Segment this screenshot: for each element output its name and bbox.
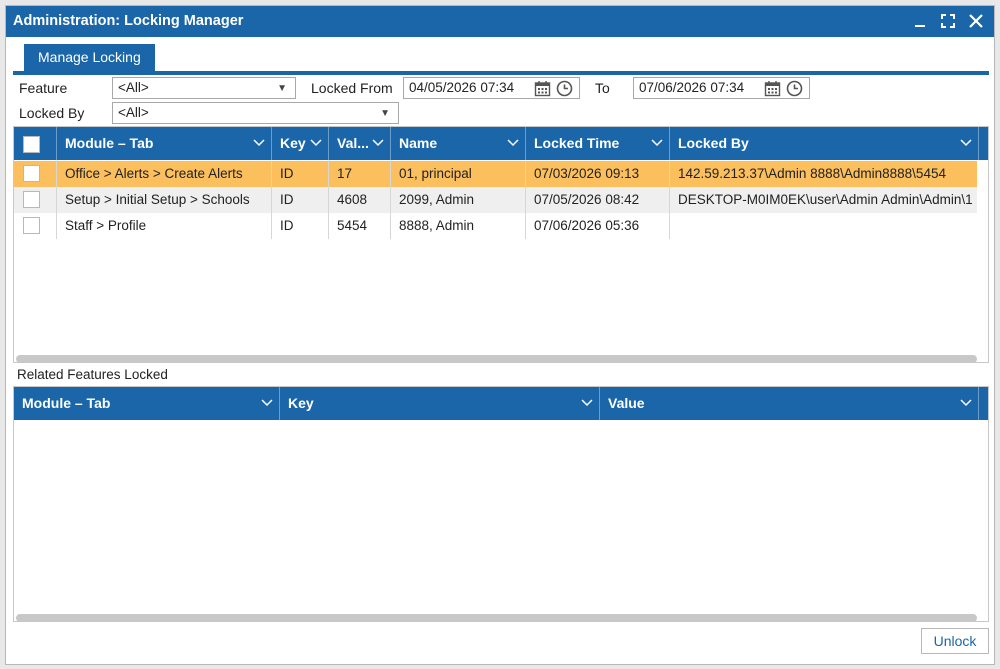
- column-header-value[interactable]: Val...: [329, 127, 391, 160]
- maximize-button[interactable]: [939, 12, 957, 30]
- row-checkbox[interactable]: [23, 217, 40, 234]
- cell-key: ID: [272, 213, 329, 239]
- related-grid-header: Module – Tab Key Value: [14, 387, 988, 420]
- cell-module-tab: Office > Alerts > Create Alerts: [57, 161, 272, 187]
- locked-from-value: 04/05/2026 07:34: [409, 80, 515, 95]
- table-row[interactable]: Setup > Initial Setup > Schools ID 4608 …: [14, 187, 977, 213]
- dropdown-arrow-icon: ▼: [277, 83, 287, 94]
- column-header-module-tab[interactable]: Module – Tab: [14, 387, 280, 420]
- cell-locked-time: 07/03/2026 09:13: [526, 161, 670, 187]
- chevron-down-icon: [253, 139, 265, 147]
- feature-dropdown-value: <All>: [118, 80, 149, 95]
- related-features-label: Related Features Locked: [17, 367, 168, 382]
- chevron-down-icon: [372, 139, 384, 147]
- related-features-grid: Module – Tab Key Value: [13, 386, 989, 622]
- window-title: Administration: Locking Manager: [13, 13, 244, 29]
- minimize-icon: [915, 25, 925, 27]
- dropdown-arrow-icon: ▼: [380, 108, 390, 119]
- cell-value: 4608: [329, 187, 391, 213]
- chevron-down-icon: [310, 139, 322, 147]
- table-row[interactable]: Office > Alerts > Create Alerts ID 17 01…: [14, 161, 977, 187]
- to-label: To: [595, 80, 610, 96]
- cell-locked-time: 07/06/2026 05:36: [526, 213, 670, 239]
- locks-grid-header: Module – Tab Key Val... Name Locked Time…: [14, 127, 988, 160]
- horizontal-scrollbar[interactable]: [16, 614, 977, 621]
- row-checkbox[interactable]: [23, 191, 40, 208]
- clock-icon[interactable]: [556, 80, 573, 97]
- column-header-name[interactable]: Name: [391, 127, 526, 160]
- tab-strip: Manage Locking: [13, 42, 989, 75]
- cell-value: 17: [329, 161, 391, 187]
- select-all-header: [14, 127, 57, 160]
- cell-module-tab: Setup > Initial Setup > Schools: [57, 187, 272, 213]
- chevron-down-icon: [651, 139, 663, 147]
- locked-to-value: 07/06/2026 07:34: [639, 80, 745, 95]
- locks-grid: Module – Tab Key Val... Name Locked Time…: [13, 126, 989, 363]
- title-bar: Administration: Locking Manager: [6, 6, 994, 37]
- cell-module-tab: Staff > Profile: [57, 213, 272, 239]
- feature-label: Feature: [19, 80, 68, 96]
- chevron-down-icon: [581, 399, 593, 407]
- column-header-value[interactable]: Value: [600, 387, 979, 420]
- column-header-locked-time[interactable]: Locked Time: [526, 127, 670, 160]
- column-header-key[interactable]: Key: [272, 127, 329, 160]
- chevron-down-icon: [507, 139, 519, 147]
- locking-manager-window: Administration: Locking Manager Manage L…: [5, 5, 995, 665]
- table-row[interactable]: Staff > Profile ID 5454 8888, Admin 07/0…: [14, 213, 977, 239]
- cell-name: 2099, Admin: [391, 187, 526, 213]
- select-all-checkbox[interactable]: [23, 136, 40, 153]
- calendar-icon[interactable]: [764, 80, 781, 97]
- feature-dropdown[interactable]: <All> ▼: [112, 77, 296, 99]
- close-icon: [969, 14, 983, 28]
- locked-from-label: Locked From: [311, 80, 393, 96]
- tab-manage-locking[interactable]: Manage Locking: [24, 44, 155, 71]
- unlock-button[interactable]: Unlock: [921, 628, 989, 654]
- chevron-down-icon: [261, 399, 273, 407]
- locked-to-input[interactable]: 07/06/2026 07:34: [633, 77, 810, 99]
- locked-by-dropdown-value: <All>: [118, 105, 149, 120]
- chevron-down-icon: [960, 139, 972, 147]
- minimize-button[interactable]: [911, 12, 929, 30]
- locked-by-dropdown[interactable]: <All> ▼: [112, 102, 399, 124]
- locked-from-input[interactable]: 04/05/2026 07:34: [403, 77, 580, 99]
- calendar-icon[interactable]: [534, 80, 551, 97]
- cell-locked-by: [670, 213, 977, 239]
- cell-name: 01, principal: [391, 161, 526, 187]
- cell-key: ID: [272, 187, 329, 213]
- column-header-module-tab[interactable]: Module – Tab: [57, 127, 272, 160]
- cell-locked-time: 07/05/2026 08:42: [526, 187, 670, 213]
- chevron-down-icon: [960, 399, 972, 407]
- clock-icon[interactable]: [786, 80, 803, 97]
- cell-value: 5454: [329, 213, 391, 239]
- horizontal-scrollbar[interactable]: [16, 355, 977, 362]
- maximize-icon: [941, 14, 955, 28]
- column-header-locked-by[interactable]: Locked By: [670, 127, 979, 160]
- cell-key: ID: [272, 161, 329, 187]
- cell-locked-by: 142.59.213.37\Admin 8888\Admin8888\5454: [678, 166, 946, 181]
- cell-locked-by: DESKTOP-M0IM0EK\user\Admin Admin\Admin\1: [678, 192, 973, 207]
- cell-name: 8888, Admin: [391, 213, 526, 239]
- locked-by-label: Locked By: [19, 105, 85, 121]
- row-checkbox[interactable]: [23, 165, 40, 182]
- close-button[interactable]: [967, 12, 985, 30]
- column-header-key[interactable]: Key: [280, 387, 600, 420]
